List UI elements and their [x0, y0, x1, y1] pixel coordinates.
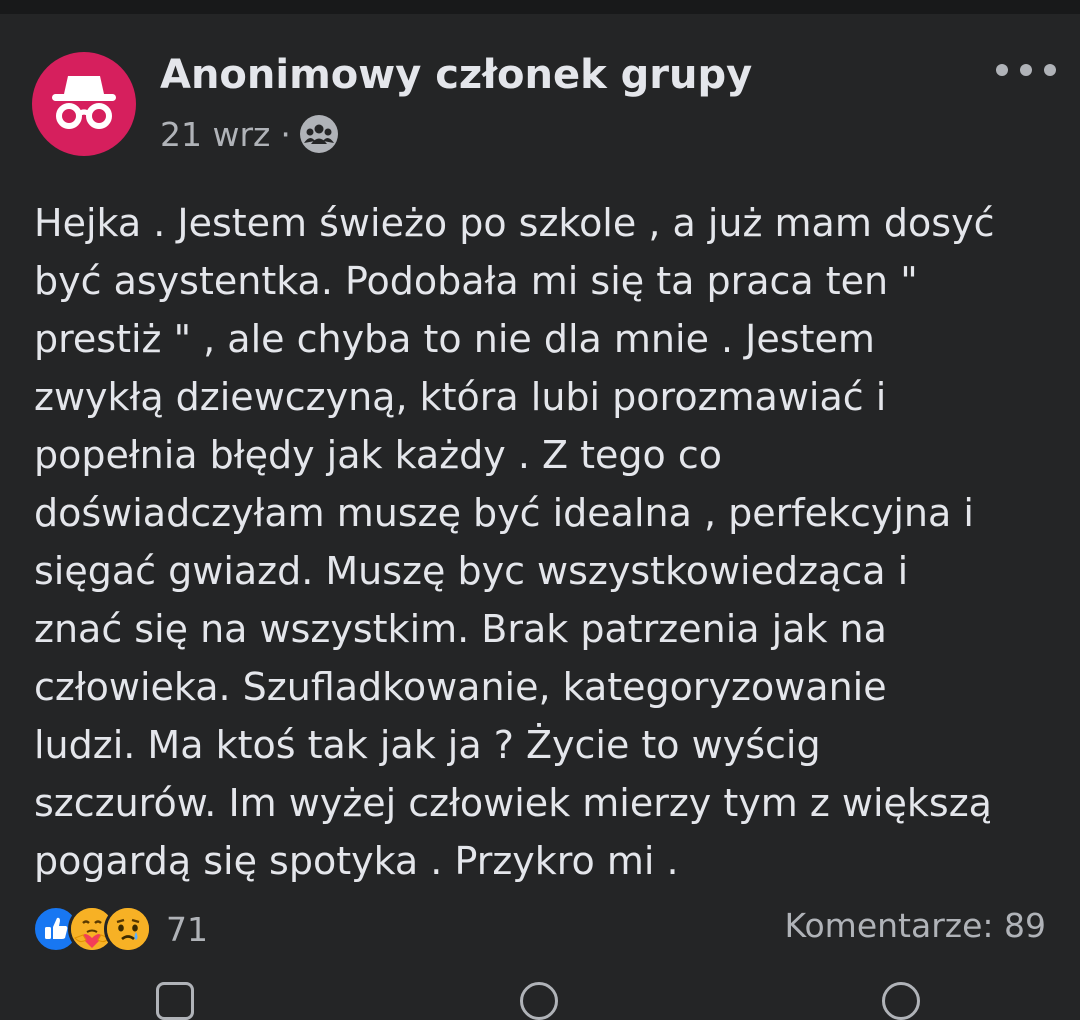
like-action-icon[interactable]: [156, 982, 194, 1020]
post-card: Anonimowy członek grupy 21 wrz · Hejka .…: [0, 14, 1080, 1020]
avatar[interactable]: [32, 52, 136, 156]
share-action-icon[interactable]: [882, 982, 920, 1020]
post-actions-bar: [0, 982, 1080, 1020]
more-horizontal-icon: [996, 64, 1008, 76]
post-meta: 21 wrz ·: [160, 112, 339, 156]
reaction-count: 71: [166, 909, 208, 949]
more-options-button[interactable]: [996, 54, 1056, 86]
sad-icon: [104, 905, 152, 953]
comments-count-link[interactable]: Komentarze: 89: [784, 906, 1046, 945]
status-strip: [0, 0, 1080, 14]
reactions-summary[interactable]: 71: [32, 904, 208, 954]
post-text: Hejka . Jestem świeżo po szkole , a już …: [34, 201, 995, 883]
group-icon: [299, 115, 338, 153]
comment-action-icon[interactable]: [520, 982, 558, 1020]
incognito-icon: [52, 76, 116, 129]
post-date[interactable]: 21 wrz: [160, 115, 270, 154]
author-name[interactable]: Anonimowy członek grupy: [160, 52, 752, 98]
meta-separator: ·: [280, 114, 291, 154]
